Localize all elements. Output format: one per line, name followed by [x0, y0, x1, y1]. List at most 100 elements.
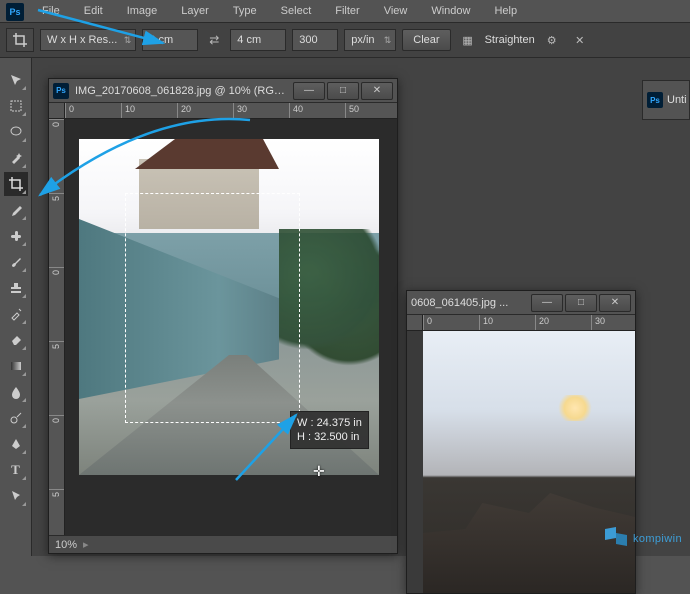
menu-help[interactable]: Help — [484, 2, 527, 20]
right-panel-stub[interactable]: Ps Unti — [642, 80, 690, 120]
delete-cropped-icon[interactable]: ✕ — [569, 29, 591, 51]
close-button[interactable]: ✕ — [361, 82, 393, 100]
crop-height-input[interactable]: 4 cm — [230, 29, 286, 51]
zoom-level[interactable]: 10% — [55, 539, 77, 551]
crop-tool-indicator[interactable] — [6, 28, 34, 52]
menu-edit[interactable]: Edit — [74, 2, 113, 20]
ruler-h-label: 50 — [349, 104, 359, 114]
ruler-h-label: 20 — [181, 104, 191, 114]
crop-width-input[interactable]: 3 cm — [142, 29, 198, 51]
eraser-tool[interactable] — [4, 328, 28, 352]
menu-select[interactable]: Select — [271, 2, 322, 20]
type-tool[interactable]: T — [4, 458, 28, 482]
panel-doc-icon: Ps — [647, 92, 663, 108]
eyedropper-icon — [9, 203, 23, 217]
document-window-1[interactable]: Ps IMG_20170608_061828.jpg @ 10% (RGB...… — [48, 78, 398, 554]
dodge-tool[interactable] — [4, 406, 28, 430]
lasso-tool[interactable] — [4, 120, 28, 144]
menu-window[interactable]: Window — [421, 2, 480, 20]
crop-tool[interactable] — [4, 172, 28, 196]
image-silhouette — [423, 493, 635, 593]
resolution-unit-dropdown[interactable]: px/in — [344, 29, 396, 51]
brush-icon — [9, 255, 23, 269]
ruler-origin-2[interactable] — [407, 315, 423, 331]
menu-filter[interactable]: Filter — [325, 2, 369, 20]
maximize-button[interactable]: □ — [327, 82, 359, 100]
document-title-1: IMG_20170608_061828.jpg @ 10% (RGB... — [75, 85, 285, 97]
ruler-v-label: 5 — [51, 344, 61, 349]
status-bar-1: 10% ▸ — [49, 535, 397, 553]
document-window-2[interactable]: 0608_061405.jpg ... — □ ✕ 0 10 20 30 — [406, 290, 636, 594]
readout-w-label: W : — [297, 417, 314, 429]
history-brush-tool[interactable] — [4, 302, 28, 326]
ruler-v-label: 5 — [51, 492, 61, 497]
menu-image[interactable]: Image — [117, 2, 168, 20]
crop-options-gear-icon[interactable]: ⚙ — [541, 29, 563, 51]
heal-icon — [9, 229, 23, 243]
ruler-h-label: 10 — [483, 316, 493, 326]
canvas-1[interactable]: W : 24.375 in H : 32.500 in ✛ — [65, 119, 397, 535]
pen-icon — [9, 437, 23, 451]
close-button-2[interactable]: ✕ — [599, 294, 631, 312]
brush-tool[interactable] — [4, 250, 28, 274]
crop-icon — [13, 33, 27, 47]
ruler-h-label: 0 — [69, 104, 74, 114]
crop-resolution-input[interactable]: 300 — [292, 29, 338, 51]
blur-tool[interactable] — [4, 380, 28, 404]
move-icon — [9, 73, 23, 87]
crop-cursor-icon: ✛ — [313, 463, 325, 480]
ruler-h-label: 40 — [293, 104, 303, 114]
image-trees — [279, 229, 379, 379]
menu-view[interactable]: View — [374, 2, 418, 20]
vertical-ruler[interactable]: 0 5 0 5 0 5 — [49, 119, 65, 535]
clone-stamp-tool[interactable] — [4, 276, 28, 300]
document-icon: Ps — [53, 83, 69, 99]
document-title-2: 0608_061405.jpg ... — [411, 297, 523, 309]
readout-h-label: H : — [297, 431, 311, 443]
maximize-button-2[interactable]: □ — [565, 294, 597, 312]
eraser-icon — [9, 333, 23, 347]
lasso-icon — [9, 125, 23, 139]
grid-overlay-icon[interactable]: ▦ — [457, 29, 479, 51]
pen-tool[interactable] — [4, 432, 28, 456]
watermark-logo-icon — [605, 528, 627, 550]
ruler-origin[interactable] — [49, 103, 65, 119]
document-titlebar-1[interactable]: Ps IMG_20170608_061828.jpg @ 10% (RGB...… — [49, 79, 397, 103]
ruler-v-label: 0 — [51, 122, 61, 127]
document-titlebar-2[interactable]: 0608_061405.jpg ... — □ ✕ — [407, 291, 635, 315]
straighten-label[interactable]: Straighten — [485, 34, 535, 46]
healing-brush-tool[interactable] — [4, 224, 28, 248]
minimize-button[interactable]: — — [293, 82, 325, 100]
minimize-button-2[interactable]: — — [531, 294, 563, 312]
blur-icon — [9, 385, 23, 399]
menu-layer[interactable]: Layer — [171, 2, 219, 20]
canvas-2[interactable] — [423, 331, 635, 593]
image-roof — [119, 139, 279, 169]
horizontal-ruler[interactable]: 0 10 20 30 40 50 — [65, 103, 397, 119]
wand-icon — [9, 151, 23, 165]
magic-wand-tool[interactable] — [4, 146, 28, 170]
eyedropper-tool[interactable] — [4, 198, 28, 222]
options-bar: W x H x Res... 3 cm ⇄ 4 cm 300 px/in Cle… — [0, 22, 690, 58]
swap-dimensions-icon[interactable]: ⇄ — [204, 33, 224, 47]
history-brush-icon — [9, 307, 23, 321]
watermark-text: kompiwin — [633, 533, 682, 545]
ruler-v-label: 0 — [51, 418, 61, 423]
move-tool[interactable] — [4, 68, 28, 92]
tools-panel: T — [0, 58, 32, 556]
dimension-readout: W : 24.375 in H : 32.500 in — [290, 411, 369, 449]
path-select-icon — [9, 489, 23, 503]
menu-file[interactable]: File — [32, 2, 70, 20]
ruler-v-label: 5 — [51, 196, 61, 201]
type-icon: T — [11, 462, 20, 478]
marquee-tool[interactable] — [4, 94, 28, 118]
ruler-h-label: 20 — [539, 316, 549, 326]
readout-w-value: 24.375 in — [317, 417, 362, 429]
crop-preset-dropdown[interactable]: W x H x Res... — [40, 29, 136, 51]
gradient-tool[interactable] — [4, 354, 28, 378]
ruler-h-label: 0 — [427, 316, 432, 326]
clear-button[interactable]: Clear — [402, 29, 450, 51]
horizontal-ruler-2[interactable]: 0 10 20 30 — [423, 315, 635, 331]
menu-type[interactable]: Type — [223, 2, 267, 20]
path-selection-tool[interactable] — [4, 484, 28, 508]
